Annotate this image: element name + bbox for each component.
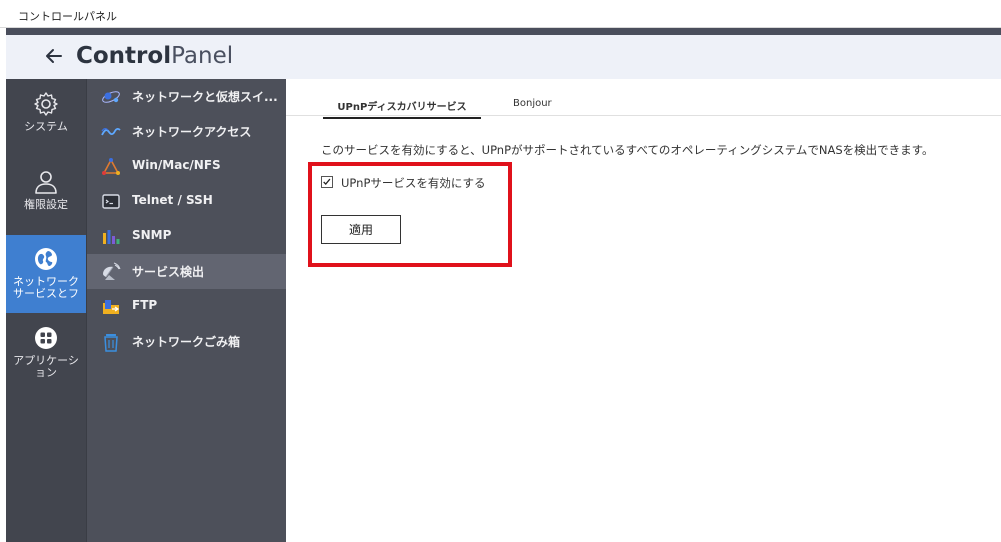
subnav-item-label: FTP [132, 298, 158, 312]
main-content: UPnPディスカバリサービス Bonjour このサービスを有効にすると、UPn… [286, 79, 1001, 542]
win-mac-nfs-icon [102, 158, 120, 175]
sidebar-item-system[interactable]: システム [6, 91, 86, 151]
subnav-item-label: Telnet / SSH [132, 193, 213, 207]
app-title-light: Panel [171, 43, 234, 69]
network-access-icon [101, 128, 121, 136]
subnav-item-ftp[interactable]: FTP [87, 289, 287, 324]
tab-bonjour[interactable]: Bonjour [513, 98, 552, 113]
globe-icon [35, 248, 57, 270]
subnav-item-service-discovery[interactable]: サービス検出 [87, 254, 287, 289]
app-title: ControlPanel [76, 43, 233, 69]
sidebar-item-permissions[interactable]: 権限設定 [6, 169, 86, 229]
upnp-enable-checkbox[interactable] [321, 176, 333, 188]
ftp-folder-icon [103, 300, 120, 314]
subnav-item-network-virtual-switch[interactable]: ネットワークと仮想スイ... [87, 79, 287, 114]
subnav-item-telnet-ssh[interactable]: Telnet / SSH [87, 184, 287, 219]
sidebar-item-applications[interactable]: アプリケーシ ョン [6, 325, 86, 389]
satellite-dish-icon [103, 262, 121, 280]
snmp-chart-icon [103, 230, 120, 244]
subnav-item-label: ネットワークアクセス [132, 125, 252, 139]
sidebar-item-network-services[interactable]: ネットワーク サービスとフ [6, 235, 86, 313]
subnav-item-snmp[interactable]: SNMP [87, 219, 287, 254]
subnav-item-network-recycle-bin[interactable]: ネットワークごみ箱 [87, 324, 287, 359]
trash-icon [104, 334, 118, 352]
sidebar-item-network-services-label-2: サービスとフ [13, 287, 79, 300]
subnav-item-label: ネットワークと仮想スイ... [132, 90, 278, 104]
user-icon [35, 171, 57, 194]
app-title-bold: Control [76, 43, 172, 69]
tab-bar: UPnPディスカバリサービス Bonjour [286, 79, 1001, 119]
gear-icon [34, 92, 58, 116]
sidebar-item-permissions-label: 権限設定 [24, 198, 68, 211]
subnav-item-win-mac-nfs[interactable]: Win/Mac/NFS [87, 149, 287, 184]
left-sidebar: システム 権限設定 ネットワーク サービスとフ アプリケーシ ョン [6, 79, 86, 542]
subnav-item-label: ネットワークごみ箱 [132, 335, 241, 349]
subnav-item-label: サービス検出 [132, 265, 205, 279]
service-description: このサービスを有効にすると、UPnPがサポートされているすべてのオペレーティング… [321, 143, 934, 157]
app-header: ControlPanel [6, 35, 1001, 79]
upnp-enable-label[interactable]: UPnPサービスを有効にする [341, 175, 486, 191]
tab-upnp-discovery[interactable]: UPnPディスカバリサービス [323, 98, 481, 119]
back-arrow-icon[interactable] [44, 46, 64, 66]
top-strip [6, 28, 1001, 35]
sidebar-item-system-label: システム [24, 120, 68, 133]
sidebar-item-applications-label-2: ョン [35, 366, 57, 379]
checkmark-icon [323, 178, 331, 186]
window-title: コントロールパネル [18, 10, 117, 23]
terminal-icon [102, 194, 120, 209]
grid-icon [35, 327, 57, 349]
subnav-item-label: Win/Mac/NFS [132, 158, 221, 172]
subnav-item-label: SNMP [132, 228, 172, 242]
subnav-item-network-access[interactable]: ネットワークアクセス [87, 114, 287, 149]
apply-button[interactable]: 適用 [321, 215, 401, 244]
network-switch-icon [102, 91, 120, 103]
sub-navigation: ネットワークと仮想スイ... ネットワークアクセス Win/Mac/NFS Te… [86, 79, 287, 542]
window-titlebar: コントロールパネル [0, 0, 1001, 28]
